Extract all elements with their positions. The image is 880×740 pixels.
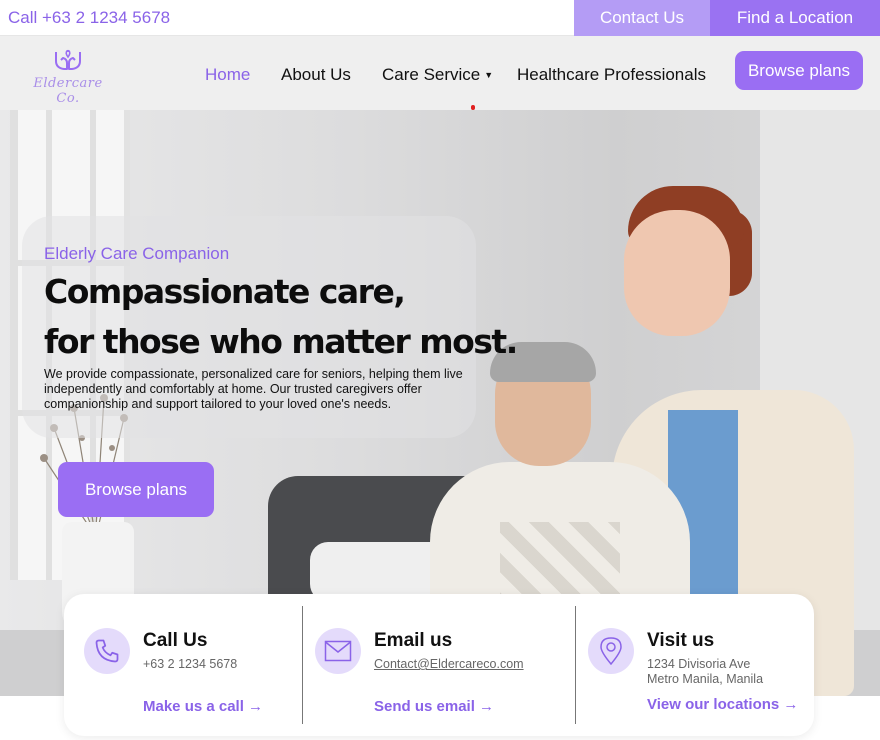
- hero-description: We provide compassionate, personalized c…: [44, 367, 463, 411]
- logo-text: Eldercare Co.: [33, 76, 103, 106]
- address-line1: 1234 Divisoria Ave: [647, 657, 751, 671]
- top-bar: Call +63 2 1234 5678 Contact Us Find a L…: [0, 0, 880, 36]
- visit-us-title: Visit us: [647, 630, 715, 651]
- view-locations-link[interactable]: View our locations →: [647, 696, 798, 713]
- email-address-link[interactable]: Contact@Eldercareco.com: [374, 657, 524, 672]
- call-us-phone: +63 2 1234 5678: [143, 657, 238, 671]
- send-email-link[interactable]: Send us email →: [374, 698, 494, 715]
- nav-about-us[interactable]: About Us: [281, 65, 351, 85]
- visit-us-address: 1234 Divisoria Ave Metro Manila, Manila: [647, 657, 763, 687]
- nav-care-service[interactable]: Care Service ▼: [382, 65, 493, 85]
- card-divider: [575, 606, 576, 724]
- caret-down-icon: ▼: [484, 70, 494, 80]
- nav-healthcare-professionals[interactable]: Healthcare Professionals: [517, 65, 706, 85]
- hero-nurse-face: [624, 210, 730, 336]
- card-divider: [302, 606, 303, 724]
- caring-hands-icon: [55, 49, 81, 70]
- browse-plans-button[interactable]: Browse plans: [735, 51, 863, 90]
- location-pin-icon: [588, 628, 634, 674]
- hero-headline-line2: for those who matter most.: [44, 322, 518, 361]
- topbar-phone-link[interactable]: Call +63 2 1234 5678: [8, 8, 170, 28]
- main-nav: Eldercare Co. Home About Us Care Service…: [0, 36, 880, 110]
- call-us-title: Call Us: [143, 630, 208, 651]
- hero-eyebrow: Elderly Care Companion: [44, 244, 230, 263]
- nav-home[interactable]: Home: [205, 65, 250, 85]
- address-line2: Metro Manila, Manila: [647, 672, 764, 686]
- logo[interactable]: Eldercare Co.: [20, 48, 116, 106]
- contact-us-button[interactable]: Contact Us: [574, 0, 710, 36]
- mail-icon: [315, 628, 361, 674]
- phone-icon: [84, 628, 130, 674]
- nav-care-service-label: Care Service: [382, 65, 481, 84]
- find-location-button[interactable]: Find a Location: [710, 0, 880, 36]
- make-call-link[interactable]: Make us a call →: [143, 698, 263, 715]
- hero-headline-line1: Compassionate care,: [44, 272, 406, 311]
- contact-card: Call Us +63 2 1234 5678 Make us a call →…: [64, 594, 814, 736]
- hero-browse-plans-button[interactable]: Browse plans: [58, 462, 214, 517]
- email-us-title: Email us: [374, 630, 453, 651]
